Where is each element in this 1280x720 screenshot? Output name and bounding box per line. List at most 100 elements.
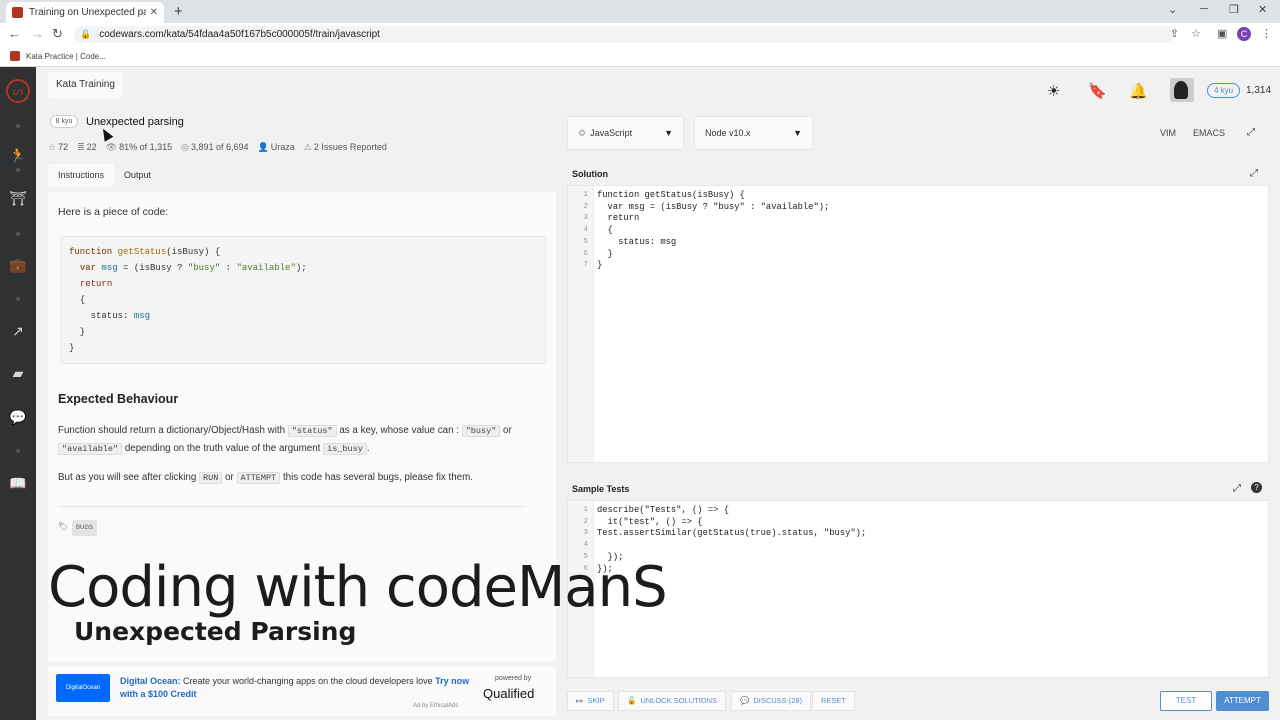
tab-output[interactable]: Output: [114, 164, 161, 186]
chevron-down-icon: ▼: [664, 128, 673, 138]
code-line[interactable]: it("test", () => {: [597, 517, 703, 527]
stat-collections[interactable]: ≣ 22: [77, 142, 97, 153]
code-line[interactable]: var msg = (isBusy ? "busy" : "available"…: [597, 202, 830, 212]
bookmark-favicon-icon: [10, 51, 20, 61]
warning-icon: ⚠: [303, 142, 312, 152]
line-number: 2: [583, 517, 588, 526]
kata-training-breadcrumb[interactable]: Kata Training: [48, 72, 123, 98]
code-line[interactable]: return: [597, 213, 640, 223]
bookmarks-bar: Kata Practice | Code...: [0, 46, 1280, 67]
code-example: function getStatus(isBusy) { var msg = (…: [60, 236, 546, 364]
emacs-mode-button[interactable]: EMACS: [1193, 128, 1225, 138]
expand-icon[interactable]: ⤢: [1250, 168, 1258, 179]
close-tab-icon[interactable]: ✕: [150, 7, 158, 18]
bugs-paragraph: But as you will see after clicking RUN o…: [58, 472, 473, 484]
tab-instructions[interactable]: Instructions: [48, 164, 115, 186]
profile-avatar[interactable]: C: [1237, 27, 1251, 41]
sidebar-dot: [16, 297, 20, 301]
section-heading: Expected Behaviour: [58, 392, 179, 406]
code-line: }: [69, 343, 75, 353]
reload-icon[interactable]: ↻: [52, 26, 63, 42]
briefcase-icon[interactable]: 💼: [8, 257, 28, 274]
solution-editor[interactable]: 1 function getStatus(isBusy) {2 var msg =…: [567, 185, 1269, 463]
code-line[interactable]: Test.assertSimilar(getStatus(true).statu…: [597, 528, 866, 538]
bookmark-item[interactable]: Kata Practice | Code...: [26, 52, 106, 61]
tag-icon: 🏷: [58, 522, 69, 531]
stat-stars[interactable]: ☆ 72: [48, 142, 68, 153]
code-line: return: [79, 279, 113, 289]
sidebar-dot: [16, 232, 20, 236]
tab-title: Training on Unexpected parsing | C: [29, 7, 146, 18]
test-button[interactable]: TEST: [1160, 691, 1212, 711]
digitalocean-logo: DigitalOcean: [56, 674, 110, 702]
attempt-button[interactable]: ATTEMPT: [1216, 691, 1269, 711]
bookmark-icon[interactable]: 🔖: [1088, 82, 1107, 100]
code-line: var msg = (isBusy ? "busy" : "available"…: [79, 263, 307, 273]
honor-count: 1,314: [1246, 85, 1272, 96]
user-avatar[interactable]: [1170, 78, 1194, 102]
ad-text[interactable]: Digital Ocean: Create your world-changin…: [120, 675, 470, 701]
code-line[interactable]: describe("Tests", () => {: [597, 505, 729, 515]
code-line: function getStatus(isBusy) {: [69, 247, 221, 257]
code-line[interactable]: status: msg: [597, 237, 676, 247]
language-icon: ⚙: [578, 128, 587, 138]
codewars-logo-icon[interactable]: ᔕ: [6, 79, 30, 103]
help-icon[interactable]: ?: [1251, 482, 1262, 493]
address-bar[interactable]: 🔒 codewars.com/kata/54fdaa4a50f167b5c000…: [74, 26, 1174, 43]
code-line: status: msg: [69, 311, 151, 321]
line-number: 5: [583, 237, 588, 246]
target-icon: ◎: [181, 142, 189, 152]
docs-icon[interactable]: 📖: [8, 475, 28, 492]
unlock-solutions-button[interactable]: 🔓 UNLOCK SOLUTIONS: [618, 691, 727, 711]
lock-icon: 🔒: [80, 29, 92, 39]
skip-icon: ▸▸: [576, 696, 584, 705]
chat-icon[interactable]: 💬: [8, 409, 28, 426]
tab-search-icon[interactable]: ⌄: [1168, 3, 1177, 16]
line-number: 3: [583, 529, 588, 538]
bell-icon[interactable]: 🔔: [1129, 82, 1148, 100]
dojo-icon[interactable]: ⛩: [8, 190, 28, 207]
stat-author[interactable]: 👤 Uraza: [258, 142, 295, 153]
back-icon[interactable]: ←: [8, 26, 21, 41]
browser-tab[interactable]: Training on Unexpected parsing | C ✕: [6, 2, 164, 23]
fullscreen-icon[interactable]: ⤢: [1247, 127, 1255, 138]
version-select[interactable]: Node v10.x ▼: [694, 116, 813, 150]
ad-attribution: Ad by EthicalAds: [413, 703, 459, 709]
forward-icon[interactable]: →: [31, 26, 44, 41]
qualified-logo: Qualified: [483, 686, 535, 701]
ad-banner[interactable]: DigitalOcean Digital Ocean: Create your …: [48, 666, 556, 716]
code-line[interactable]: function getStatus(isBusy) {: [597, 190, 745, 200]
sample-tests-title: Sample Tests: [572, 484, 630, 494]
eye-icon: 👁: [105, 142, 118, 152]
code-line[interactable]: {: [597, 225, 613, 235]
share-icon[interactable]: ⇪: [1170, 27, 1179, 40]
star-icon: ☆: [48, 142, 57, 152]
discuss-button[interactable]: 💬 DISCUSS (28): [731, 691, 812, 711]
code-line[interactable]: }: [597, 260, 602, 270]
line-number: 1: [583, 506, 588, 514]
vim-mode-button[interactable]: VIM: [1160, 128, 1176, 138]
description-tabs: Instructions Output: [48, 164, 161, 186]
menu-icon[interactable]: ⋮: [1261, 27, 1272, 40]
skip-button[interactable]: ▸▸ SKIP: [567, 691, 614, 711]
intro-text: Here is a piece of code:: [58, 206, 169, 218]
reset-button[interactable]: RESET: [812, 691, 856, 711]
bookmark-star-icon[interactable]: ☆: [1191, 27, 1201, 40]
sidepanel-icon[interactable]: ▣: [1217, 27, 1227, 40]
leaderboard-icon[interactable]: ↗: [8, 323, 28, 340]
practice-icon[interactable]: 🏃: [8, 147, 28, 164]
sample-tests-editor[interactable]: 1 describe("Tests", () => { 2 it("test", (…: [567, 500, 1269, 678]
expand-icon[interactable]: ⤢: [1233, 483, 1241, 494]
sidebar-dot: [16, 168, 20, 172]
discord-icon[interactable]: ▰: [8, 365, 28, 382]
sun-icon[interactable]: ☀: [1047, 82, 1060, 100]
line-number: 4: [583, 541, 588, 550]
restore-icon[interactable]: ❐: [1229, 3, 1239, 16]
tag-bugs[interactable]: BUGS: [72, 520, 98, 536]
code-line[interactable]: }: [597, 249, 613, 259]
new-tab-button[interactable]: +: [174, 3, 183, 20]
stat-issues[interactable]: ⚠ 2 Issues Reported: [304, 142, 387, 153]
language-select[interactable]: ⚙ JavaScript ▼: [567, 116, 684, 150]
window-close-icon[interactable]: ✕: [1258, 3, 1267, 16]
minimize-icon[interactable]: ─: [1200, 3, 1208, 15]
